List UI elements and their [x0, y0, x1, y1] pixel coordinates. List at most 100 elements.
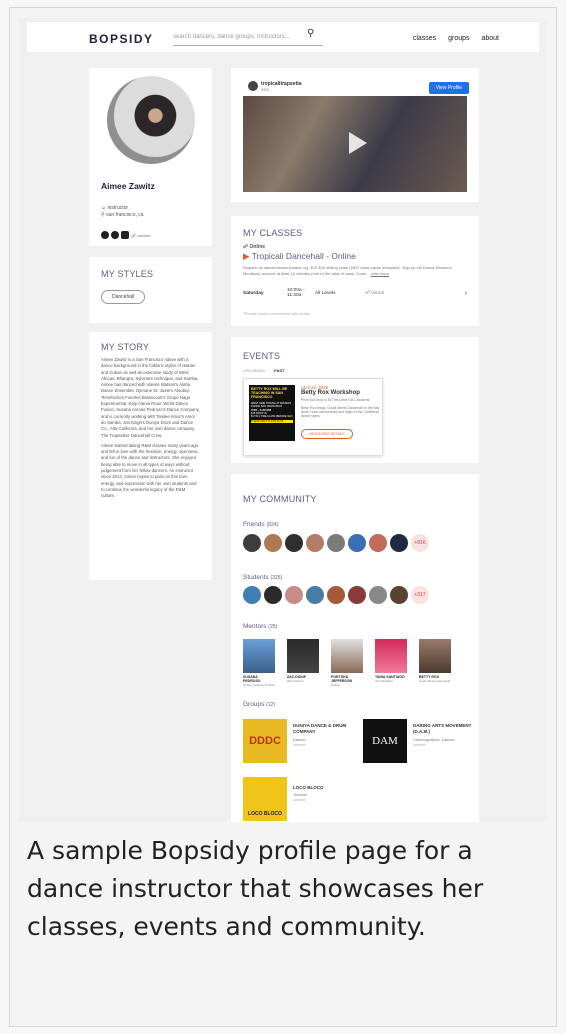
search-input[interactable]: search dancers, dance groups, instructor… [173, 30, 323, 46]
play-circle-icon: ▶ [243, 251, 250, 261]
event-item[interactable]: BETTY ROX WILL BE TEACHING IN SAN FRANCI… [243, 378, 383, 456]
student-avatar[interactable] [306, 586, 324, 604]
class-description: Register at dancemission-theater.org. $1… [243, 265, 452, 276]
location-pin-icon: ⚲ [101, 212, 105, 218]
class-time: 10:00a - 11:30a [287, 288, 305, 298]
profile-role: ☺ instructor [101, 205, 129, 211]
friends-avatars: +816 [243, 534, 429, 552]
class-name[interactable]: ▶ Tropicali Dancehall - Online [243, 251, 356, 262]
bopsidy-logo[interactable]: BOPSIDY [89, 32, 154, 46]
profile-name: Aimee Zawitz [101, 181, 155, 191]
website-link[interactable]: 🔗 website [131, 233, 151, 238]
online-icon: ☍ [243, 244, 249, 250]
group-name: DUNIYA DANCE & DRUM COMPANY [293, 723, 347, 734]
mentor-photo [287, 639, 319, 673]
classes-card: MY CLASSES ☍ Online ▶ Tropicali Dancehal… [231, 216, 479, 326]
nav-about[interactable]: about [481, 35, 499, 42]
classes-title: MY CLASSES [243, 228, 303, 238]
video-card: tropicalitrapsetta DDC View Profile [231, 68, 479, 202]
mentor-photo [331, 639, 363, 673]
groups-heading: Groups (12) [243, 701, 276, 708]
screenshot: BOPSIDY search dancers, dance groups, in… [19, 18, 547, 822]
class-schedule-row[interactable]: Saturday 10:00a - 11:30a All Levels ☍ vi… [243, 288, 467, 298]
event-price: Price $15 drop-in $17 first-time DDC stu… [301, 398, 370, 402]
student-avatar[interactable] [348, 586, 366, 604]
class-location: ☍ virtual [365, 290, 384, 296]
event-flyer: BETTY ROX WILL BE TEACHING IN SAN FRANCI… [249, 385, 295, 441]
mentors-list: SUSANA PEDROSO Cuban Folkloric & Salsa Z… [243, 639, 463, 687]
mentor-photo [419, 639, 451, 673]
view-event-details-button[interactable]: VIEW EVENT DETAILS [301, 429, 353, 439]
students-more-badge[interactable]: +317 [411, 586, 429, 604]
nav-classes[interactable]: classes [413, 35, 436, 42]
style-pill-dancehall[interactable]: Dancehall [101, 290, 146, 304]
student-avatar[interactable] [327, 586, 345, 604]
group-logo: DAM [363, 719, 407, 763]
social-links: 🔗 website [101, 231, 151, 239]
nav-groups[interactable]: groups [448, 35, 469, 42]
students-avatars: +317 [243, 586, 429, 604]
group-logo: DDDC [243, 719, 287, 763]
student-avatar[interactable] [369, 586, 387, 604]
mentors-heading: Mentors (25) [243, 623, 278, 630]
group-item[interactable]: LOCO BLOCO LOCO BLOCO Teacher current [243, 777, 353, 821]
facebook-icon[interactable] [111, 231, 119, 239]
friend-avatar[interactable] [348, 534, 366, 552]
class-mode: ☍ Online [243, 244, 266, 250]
youtube-icon[interactable] [121, 231, 129, 239]
top-navbar: BOPSIDY search dancers, dance groups, in… [27, 22, 539, 52]
play-icon[interactable] [349, 132, 367, 154]
friend-avatar[interactable] [390, 534, 408, 552]
event-name: Betty Rox Workshop [301, 390, 360, 396]
story-card: MY STORY Aimee Zawitz is a San Francisco… [89, 332, 212, 580]
styles-card: MY STYLES Dancehall [89, 257, 212, 323]
group-status: current [293, 797, 306, 802]
mentor-card[interactable]: ZAC DIOUF West African [287, 639, 319, 683]
friend-avatar[interactable] [327, 534, 345, 552]
friend-avatar[interactable] [285, 534, 303, 552]
group-item[interactable]: DDDC DUNIYA DANCE & DRUM COMPANY Dancer … [243, 719, 353, 763]
class-level: All Levels [315, 290, 336, 296]
group-status: current [293, 742, 306, 747]
student-avatar[interactable] [264, 586, 282, 604]
story-title: MY STORY [101, 342, 150, 352]
group-logo: LOCO BLOCO [243, 777, 287, 821]
events-title: EVENTS [243, 351, 281, 361]
video-player[interactable] [243, 96, 467, 192]
student-avatar[interactable] [285, 586, 303, 604]
styles-title: MY STYLES [101, 269, 154, 279]
friend-avatar[interactable] [369, 534, 387, 552]
nav-links: classes groups about [403, 35, 499, 42]
tab-past[interactable]: PAST [274, 368, 284, 373]
mentor-photo [375, 639, 407, 673]
image-caption: A sample Bopsidy profile page for a danc… [27, 836, 484, 941]
mentor-card[interactable]: PORTSHA JEFFERSON Haitian [331, 639, 363, 687]
friend-avatar[interactable] [264, 534, 282, 552]
dancer-icon: ☺ [101, 205, 107, 211]
video-account-avatar [248, 81, 258, 91]
instagram-icon[interactable] [101, 231, 109, 239]
student-avatar[interactable] [243, 586, 261, 604]
friends-more-badge[interactable]: +816 [411, 534, 429, 552]
mentor-card[interactable]: BETTY ROX Goals Meets Dancehall [419, 639, 451, 683]
group-status: current [413, 742, 426, 747]
search-icon[interactable]: ⚲ [307, 28, 314, 39]
profile-location: ⚲ san francisco, ca [101, 212, 144, 218]
student-avatar[interactable] [390, 586, 408, 604]
friend-avatar[interactable] [306, 534, 324, 552]
friends-heading: Friends (824) [243, 521, 279, 528]
mentor-card[interactable]: TANIA SANTIAGO Afro-Brazilian [375, 639, 407, 683]
mentor-card[interactable]: SUSANA PEDROSO Cuban Folkloric & Salsa [243, 639, 275, 687]
tab-upcoming[interactable]: UPCOMING [243, 368, 265, 373]
mentor-photo [243, 639, 275, 673]
view-profile-button[interactable]: View Profile [428, 82, 469, 94]
friend-avatar[interactable] [243, 534, 261, 552]
profile-card: Aimee Zawitz ☺ instructor ⚲ san francisc… [89, 68, 212, 246]
students-heading: Students (325) [243, 574, 283, 581]
video-account-sub: DDC [261, 87, 270, 92]
chevron-right-icon[interactable]: › [465, 290, 467, 297]
view-more-link[interactable]: view more [371, 271, 389, 276]
story-paragraph-1: Aimee Zawitz is a San Francisco native w… [101, 357, 200, 438]
group-name: LOCO BLOCO [293, 785, 324, 790]
group-item[interactable]: DAM DARING ARTS MOVEMENT (D.A.M.) Choreo… [363, 719, 473, 763]
